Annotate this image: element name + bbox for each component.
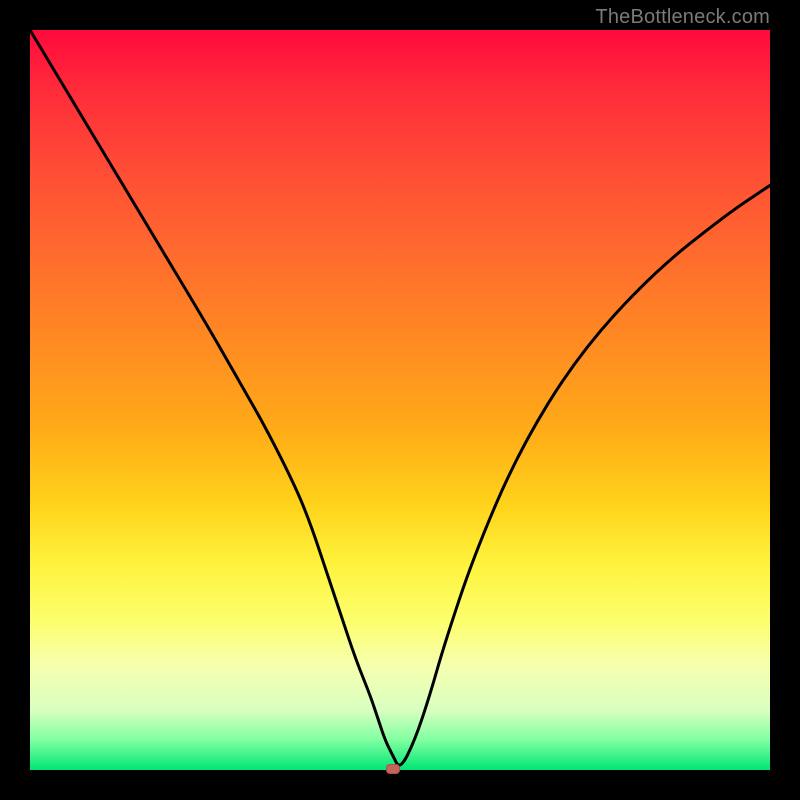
bottleneck-marker	[386, 764, 400, 774]
chart-frame: TheBottleneck.com	[0, 0, 800, 800]
bottleneck-curve	[30, 30, 770, 770]
plot-area	[30, 30, 770, 770]
watermark-text: TheBottleneck.com	[595, 6, 770, 29]
